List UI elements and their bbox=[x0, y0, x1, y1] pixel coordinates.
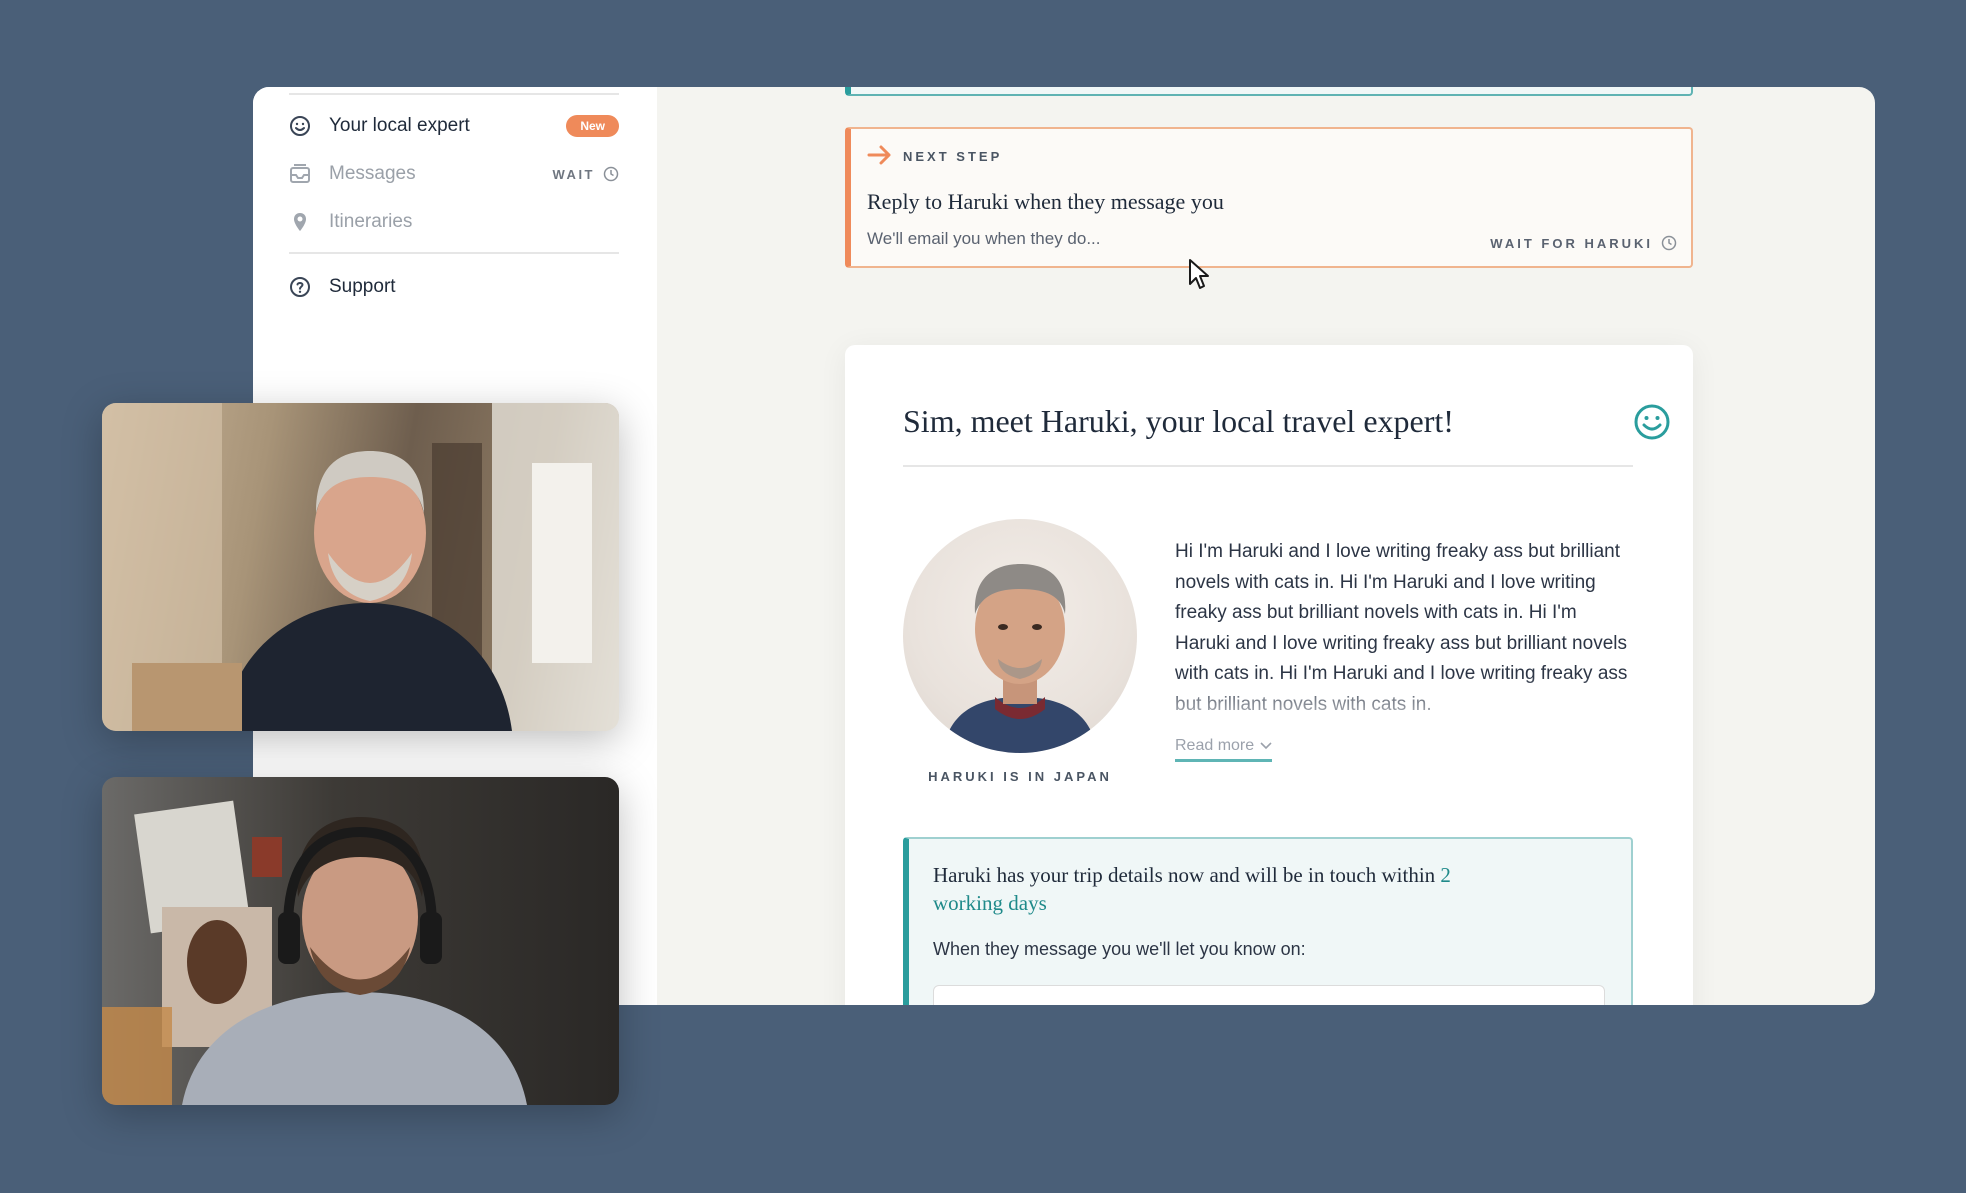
expert-location: HARUKI IS IN JAPAN bbox=[928, 769, 1112, 784]
info-headline-text: Haruki has your trip details now and wil… bbox=[933, 863, 1441, 887]
map-pin-icon bbox=[289, 211, 311, 233]
inbox-icon bbox=[289, 163, 311, 185]
read-more-link[interactable]: Read more bbox=[1175, 737, 1273, 762]
intro-title: Sim, meet Haruki, your local travel expe… bbox=[903, 403, 1454, 439]
read-more-label: Read more bbox=[1175, 737, 1255, 754]
next-step-card[interactable]: NEXT STEP Reply to Haruki when they mess… bbox=[845, 127, 1693, 268]
sidebar-item-messages[interactable]: Messages WAIT bbox=[289, 154, 619, 194]
info-headline: Haruki has your trip details now and wil… bbox=[933, 861, 1473, 917]
previous-step-card bbox=[845, 87, 1693, 96]
sidebar-item-label: Your local expert bbox=[329, 115, 470, 136]
arrow-right-icon bbox=[867, 145, 891, 165]
video-tile-participant-2 bbox=[102, 777, 619, 1105]
clock-icon bbox=[603, 166, 619, 182]
wait-status: WAIT bbox=[553, 166, 620, 182]
next-step-title: Reply to Haruki when they message you bbox=[867, 189, 1224, 214]
contact-info-box: Haruki has your trip details now and wil… bbox=[903, 837, 1633, 1005]
sidebar-divider bbox=[289, 93, 619, 95]
sidebar-divider bbox=[289, 252, 619, 254]
next-step-subtitle: We'll email you when they do... bbox=[867, 229, 1101, 248]
wait-label: WAIT bbox=[552, 166, 595, 182]
sidebar-item-label: Itineraries bbox=[329, 211, 413, 232]
sidebar-item-itineraries[interactable]: Itineraries bbox=[289, 202, 619, 242]
expert-avatar bbox=[903, 519, 1137, 753]
sidebar-item-label: Messages bbox=[329, 163, 416, 184]
new-badge: New bbox=[566, 115, 619, 137]
notification-method-field[interactable] bbox=[933, 985, 1605, 1005]
bio-fade-overlay bbox=[1175, 675, 1635, 729]
next-step-status: WAIT FOR HARUKI bbox=[1490, 235, 1677, 251]
info-subtext: When they message you we'll let you know… bbox=[933, 939, 1306, 959]
help-circle-icon bbox=[289, 276, 311, 298]
wait-for-label: WAIT FOR HARUKI bbox=[1490, 235, 1653, 251]
clock-icon bbox=[1661, 235, 1677, 251]
next-step-kicker: NEXT STEP bbox=[903, 149, 1003, 164]
expert-intro-card: Sim, meet Haruki, your local travel expe… bbox=[845, 345, 1693, 1005]
mouse-cursor-icon bbox=[1189, 259, 1209, 289]
video-tile-participant-1 bbox=[102, 403, 619, 731]
sidebar-item-local-expert[interactable]: Your local expert New bbox=[289, 106, 619, 146]
intro-divider bbox=[903, 465, 1633, 467]
chevron-down-icon bbox=[1260, 742, 1272, 750]
sidebar-item-label: Support bbox=[329, 276, 396, 297]
sidebar-item-support[interactable]: Support bbox=[289, 267, 619, 307]
smile-icon bbox=[289, 115, 311, 137]
smile-icon bbox=[1634, 404, 1670, 440]
